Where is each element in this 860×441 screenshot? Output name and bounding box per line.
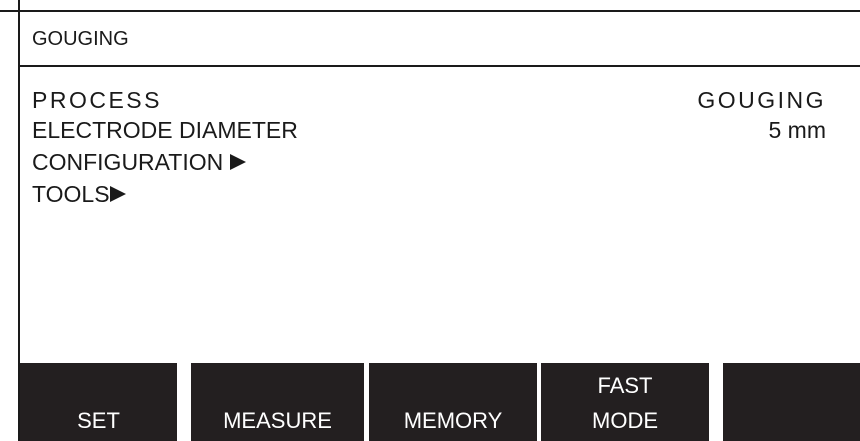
- process-value: GOUGING: [697, 87, 826, 113]
- menu-item-process[interactable]: PROCESS GOUGING: [32, 85, 826, 115]
- tools-label: TOOLS: [32, 181, 110, 207]
- process-label: PROCESS: [32, 87, 162, 113]
- memory-button[interactable]: MEMORY: [369, 363, 537, 441]
- right-triangle-icon: [109, 186, 126, 203]
- memory-button-label: MEMORY: [403, 408, 503, 433]
- tools-label-group: TOOLS: [32, 179, 126, 209]
- right-triangle-icon: [229, 154, 246, 171]
- measure-button-label: MEASURE: [223, 408, 332, 433]
- empty-softkey[interactable]: [723, 363, 860, 441]
- settings-menu: PROCESS GOUGING ELECTRODE DIAMETER 5 mm …: [20, 67, 860, 363]
- electrode-diameter-value: 5 mm: [768, 117, 827, 143]
- set-button-label: SET: [77, 408, 120, 433]
- measure-button[interactable]: MEASURE: [191, 363, 364, 441]
- configuration-label-group: CONFIGURATION: [32, 147, 246, 177]
- display-screen: GOUGING PROCESS GOUGING ELECTRODE DIAMET…: [0, 0, 860, 441]
- fast-mode-button-line1: FAST: [597, 373, 653, 398]
- title-bar: GOUGING: [20, 12, 860, 67]
- fast-mode-button-line2: MODE: [592, 408, 658, 433]
- softkey-bar: SET MEASURE MEMORY FAST MODE: [20, 363, 860, 441]
- page-title: GOUGING: [32, 28, 129, 50]
- menu-item-tools[interactable]: TOOLS: [32, 179, 826, 209]
- set-button[interactable]: SET: [20, 363, 177, 441]
- fast-mode-button[interactable]: FAST MODE: [541, 363, 709, 441]
- menu-item-electrode-diameter[interactable]: ELECTRODE DIAMETER 5 mm: [32, 115, 826, 145]
- electrode-diameter-label: ELECTRODE DIAMETER: [32, 117, 298, 143]
- menu-item-configuration[interactable]: CONFIGURATION: [32, 147, 826, 177]
- configuration-label: CONFIGURATION: [32, 149, 224, 175]
